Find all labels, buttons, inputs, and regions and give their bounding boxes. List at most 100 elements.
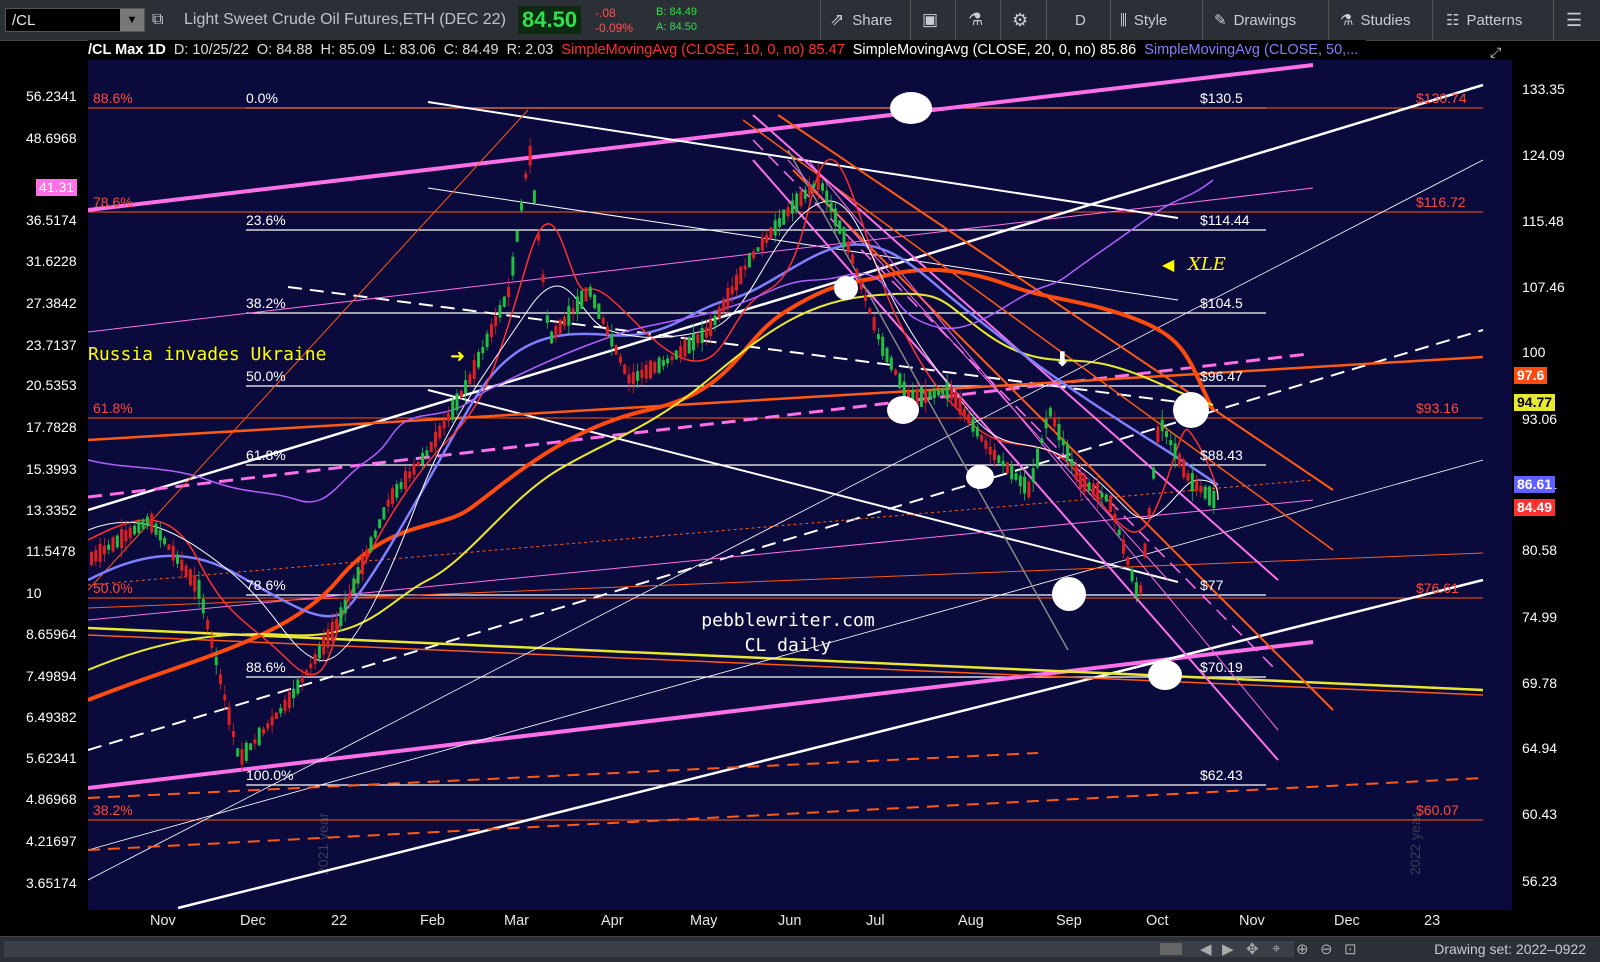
candle-body: [309, 663, 313, 669]
candle-body: [1173, 443, 1177, 459]
candle-body: [868, 308, 872, 314]
candle-body: [902, 381, 906, 398]
candle-body: [816, 172, 820, 190]
candle-body: [300, 677, 304, 683]
candle-body: [717, 307, 721, 319]
legend-sma50: SimpleMovingAvg (CLOSE, 50,...: [1144, 42, 1359, 58]
right-axis-label: 56.23: [1522, 873, 1558, 889]
candle-body: [399, 482, 403, 489]
candle-body: [322, 636, 326, 655]
fib-price-label: $96.47: [1200, 368, 1243, 384]
candle-body: [928, 390, 932, 399]
candle-body: [438, 425, 442, 439]
time-axis-label: Mar: [504, 913, 529, 929]
pan-icon[interactable]: ✥: [1246, 940, 1259, 958]
left-axis-label: 11.5478: [26, 543, 76, 559]
candle-body: [898, 373, 902, 389]
candle-body: [790, 200, 794, 214]
candle-body: [485, 333, 489, 348]
candle-body: [967, 414, 971, 424]
price-tag-xle: 41.31: [36, 179, 78, 196]
orange-price-label: $76.61: [1416, 580, 1459, 596]
candle-body: [601, 317, 605, 324]
time-axis-label: Aug: [958, 913, 984, 929]
candle-body: [1177, 453, 1181, 466]
time-axis-label: Dec: [240, 913, 266, 929]
left-axis-label: 15.3993: [26, 461, 77, 477]
candle-body: [1104, 494, 1108, 502]
scrollbar-thumb[interactable]: [1160, 943, 1182, 955]
expand-icon[interactable]: ⤢: [1490, 42, 1501, 62]
candle-body: [674, 350, 678, 360]
fib-price-label: $70.19: [1200, 659, 1243, 675]
candle-body: [614, 345, 618, 355]
candle-body: [1160, 419, 1164, 432]
crosshair-icon[interactable]: ⌖: [1272, 940, 1280, 957]
candle-body: [360, 555, 364, 575]
left-axis-label: 4.21697: [26, 833, 77, 849]
candle-body: [932, 389, 936, 399]
orange-percent-label: 78.6%: [93, 194, 133, 210]
fib-price-label: $77: [1200, 577, 1224, 593]
candle-body: [90, 552, 93, 566]
zoom-out-icon[interactable]: ⊖: [1320, 940, 1333, 958]
patterns-button[interactable]: ☷ Patterns: [1446, 0, 1522, 40]
candle-body: [1074, 464, 1078, 480]
right-axis-label: 80.58: [1522, 542, 1558, 558]
candle-body: [1057, 423, 1061, 441]
flask-icon[interactable]: ⚗: [968, 0, 983, 40]
ask-price: A: 84.50: [656, 21, 697, 33]
candle-body: [1212, 490, 1216, 509]
link-icon[interactable]: ⧉: [152, 0, 163, 40]
candle-body: [950, 386, 953, 400]
candle-body: [786, 207, 790, 217]
candle-body: [1134, 582, 1138, 598]
candle-body: [326, 629, 330, 648]
style-button[interactable]: ⫼ Style: [1120, 0, 1167, 40]
arrow-right-icon: ➜: [450, 346, 465, 367]
candle-body: [391, 488, 394, 505]
candle-body: [154, 523, 158, 535]
candle-body: [1100, 492, 1104, 498]
candle-body: [455, 393, 459, 411]
arrow-left-icon[interactable]: ◀: [1200, 940, 1212, 958]
candle-body: [752, 251, 756, 259]
candle-body: [494, 315, 498, 327]
drawings-button[interactable]: ✎ Drawings: [1214, 0, 1296, 40]
price-tag-sma100: 94.77: [1514, 394, 1556, 411]
timeframe-button[interactable]: D: [1075, 0, 1086, 40]
zoom-in-icon[interactable]: ⊕: [1296, 940, 1309, 958]
candle-body: [821, 183, 824, 191]
candle-body: [459, 390, 463, 399]
horizontal-scrollbar[interactable]: [4, 941, 1294, 957]
drawing-set-label[interactable]: Drawing set: 2022–0922: [1434, 941, 1586, 957]
right-axis-label: 133.35: [1522, 81, 1565, 97]
candle-body: [683, 340, 687, 357]
candle-body: [197, 579, 201, 599]
candle-body: [434, 431, 437, 448]
arrow-right-icon[interactable]: ▶: [1222, 940, 1234, 958]
time-axis-label: May: [690, 913, 718, 929]
candle-body: [515, 230, 519, 242]
snapshot-icon[interactable]: ▣: [922, 0, 938, 40]
patterns-label: Patterns: [1466, 11, 1523, 29]
time-axis-label: Feb: [420, 913, 445, 929]
candle-body: [1010, 465, 1014, 480]
zoom-fit-icon[interactable]: ⊡: [1344, 940, 1357, 958]
menu-icon[interactable]: ☰: [1566, 0, 1582, 40]
status-bar: ◀ ▶ ✥ ⌖ ⊕ ⊖ ⊡ Drawing set: 2022–0922: [0, 936, 1600, 962]
style-label: Style: [1133, 11, 1168, 29]
studies-label: Studies: [1360, 11, 1411, 29]
share-button[interactable]: ⇗ Share: [830, 0, 892, 40]
symbol-dropdown-chevron-icon[interactable]: ▼: [120, 9, 144, 31]
candle-body: [382, 507, 386, 520]
chart-subtitle: CL daily: [745, 635, 832, 656]
price-chart[interactable]: 2021 year 2022 year ➜ ⬇ ◀ Russia invades…: [88, 60, 1512, 910]
candle-body: [808, 185, 812, 195]
gear-icon[interactable]: ⚙: [1012, 0, 1028, 40]
studies-button[interactable]: ⚗ Studies: [1340, 0, 1411, 40]
candle-body: [679, 346, 683, 358]
left-axis-label: 5.62341: [26, 750, 77, 766]
candle-body: [537, 234, 541, 241]
fib-price-label: $62.43: [1200, 767, 1243, 783]
